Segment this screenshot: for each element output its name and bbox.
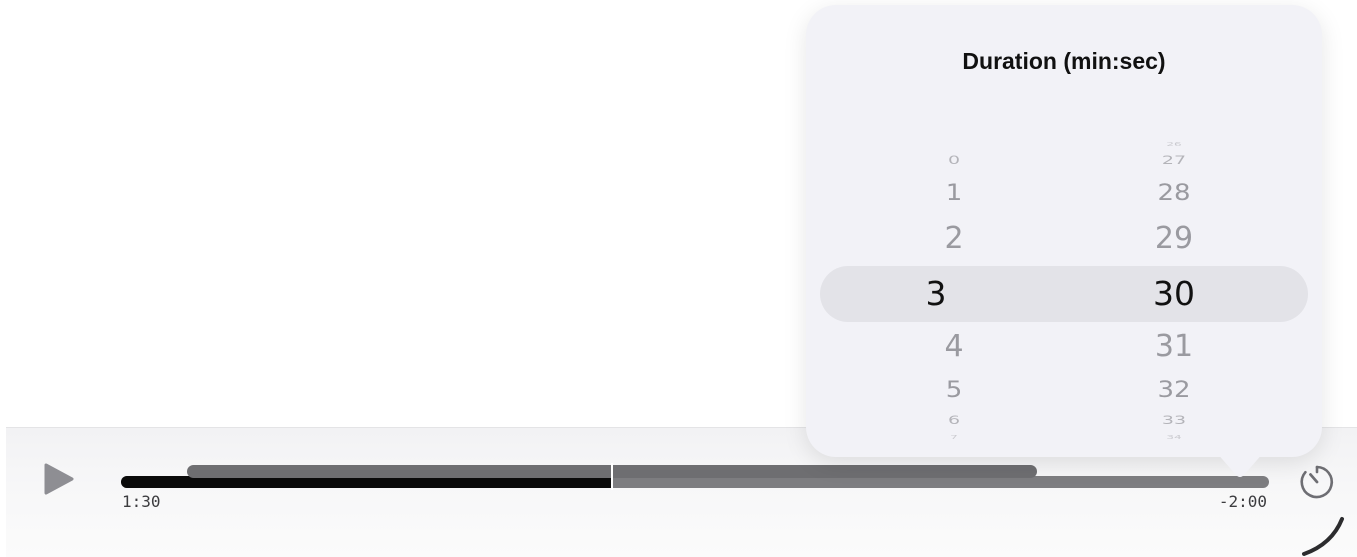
seconds-option[interactable]: 32 <box>1114 379 1234 401</box>
minutes-option[interactable]: 1 <box>894 182 1014 204</box>
resize-corner-icon <box>1302 517 1344 556</box>
time-elapsed: 1:30 <box>122 492 161 511</box>
seconds-selected[interactable]: 30 <box>1114 277 1234 310</box>
media-editor: 1:30 -2:00 Duration (min:sec) 0 1 2 3 4 … <box>0 0 1357 557</box>
minutes-option[interactable]: 4 <box>894 332 1014 362</box>
duration-popover: Duration (min:sec) 0 1 2 3 4 5 6 7 26 27… <box>806 5 1322 457</box>
seconds-option[interactable]: 28 <box>1114 182 1234 204</box>
minutes-option[interactable]: 7 <box>894 434 1014 439</box>
seconds-option[interactable]: 27 <box>1114 154 1234 167</box>
minutes-option[interactable]: 0 <box>894 154 1014 167</box>
seconds-option[interactable]: 33 <box>1114 414 1234 427</box>
play-icon <box>44 463 74 495</box>
resize-handle[interactable] <box>1300 512 1350 557</box>
time-remaining: -2:00 <box>1218 492 1267 511</box>
playhead[interactable] <box>611 463 613 490</box>
seconds-option[interactable]: 26 <box>1114 141 1234 146</box>
popover-arrow <box>1216 452 1264 480</box>
minutes-option[interactable]: 2 <box>894 224 1014 254</box>
popover-title: Duration (min:sec) <box>962 48 1166 74</box>
minutes-option[interactable]: 6 <box>894 414 1014 427</box>
minutes-picker[interactable]: 0 1 2 3 4 5 6 7 <box>894 5 1014 457</box>
timer-icon <box>1300 465 1333 499</box>
timer-button[interactable] <box>1297 461 1337 501</box>
seconds-option[interactable]: 29 <box>1114 224 1234 254</box>
minutes-option[interactable]: 5 <box>894 379 1014 401</box>
seconds-option[interactable]: 34 <box>1114 434 1234 439</box>
minutes-selected[interactable]: 3 <box>876 277 996 310</box>
play-button[interactable] <box>44 463 74 495</box>
seconds-picker[interactable]: 26 27 28 29 30 31 32 33 34 <box>1114 5 1234 457</box>
seconds-option[interactable]: 31 <box>1114 332 1234 362</box>
